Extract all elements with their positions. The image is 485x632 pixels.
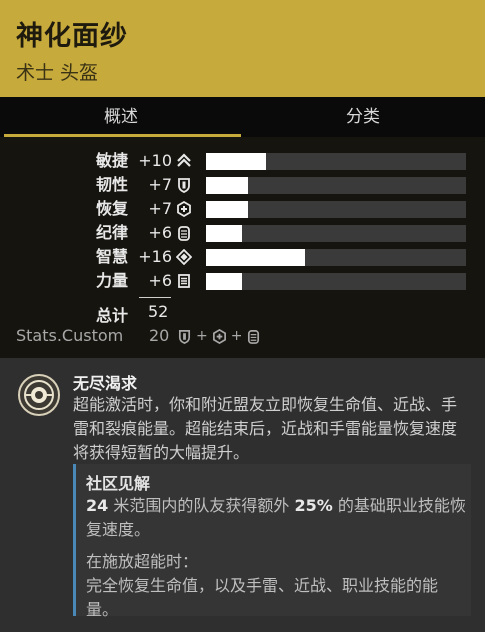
stat-name: 敏捷 <box>95 151 128 170</box>
discipline-icon <box>178 226 190 241</box>
total-divider <box>139 297 171 298</box>
stat-name: 恢复 <box>95 199 128 218</box>
stat-bar-fill <box>206 201 248 218</box>
tab-bar: 概述 分类 <box>0 97 485 137</box>
stat-bar <box>206 273 466 290</box>
discipline-icon <box>248 329 260 344</box>
stat-bar-fill <box>206 177 248 194</box>
stat-bar <box>206 153 466 170</box>
plus-separator: + <box>196 328 208 344</box>
stat-value: +6 <box>148 223 172 242</box>
recovery-icon <box>177 201 191 217</box>
stat-row-intellect: 智慧 +16 <box>0 247 485 267</box>
community-insights: 社区见解 24 米范围内的队友获得额外 25% 的基础职业技能恢复速度。 在施放… <box>73 464 471 619</box>
stat-bar <box>206 177 466 194</box>
insights-text: 24 米范围内的队友获得额外 25% 的基础职业技能恢复速度。 <box>86 494 466 542</box>
stat-name: 韧性 <box>95 175 128 194</box>
total-value: 52 <box>148 302 169 321</box>
insights-note-text: 完全恢复生命值，以及手雷、近战、职业技能的能量。 <box>86 576 439 619</box>
stat-bar-fill <box>206 249 305 266</box>
mobility-icon <box>177 153 191 167</box>
stat-row-discipline: 纪律 +6 <box>0 223 485 243</box>
stat-bar-fill <box>206 225 243 242</box>
perk-section: 无尽渴求 超能激活时，你和附近盟友立即恢复生命值、近战、手雷和裂痕能量。超能结束… <box>0 358 485 632</box>
stat-bar <box>206 225 466 242</box>
intellect-icon <box>176 249 192 265</box>
stat-value: +7 <box>148 175 172 194</box>
item-header: 神化面纱 术士 头盔 <box>0 0 485 97</box>
stat-name: 纪律 <box>95 223 128 242</box>
stat-value: +10 <box>138 151 172 170</box>
stat-name: 智慧 <box>95 247 128 266</box>
tab-category[interactable]: 分类 <box>242 97 484 137</box>
custom-stats-label: Stats.Custom <box>16 326 124 345</box>
stat-row-mobility: 敏捷 +10 <box>0 151 485 171</box>
insights-range: 24 <box>86 496 109 515</box>
item-type: 术士 头盔 <box>16 62 99 84</box>
perk-emblem-icon[interactable] <box>18 374 60 416</box>
recovery-icon <box>212 328 226 344</box>
insights-note: 在施放超能时： 完全恢复生命值，以及手雷、近战、职业技能的能量。 <box>86 550 466 622</box>
stats-panel: 敏捷 +10 韧性 +7 恢复 +7 纪律 +6 智慧 +16 力量 +6 总计… <box>0 137 485 358</box>
stat-value: +16 <box>138 247 172 266</box>
stat-bar-fill <box>206 273 243 290</box>
stat-value: +6 <box>148 271 172 290</box>
total-label: 总计 <box>95 306 128 325</box>
stat-row-recovery: 恢复 +7 <box>0 199 485 219</box>
insights-note-heading: 在施放超能时： <box>86 552 199 571</box>
perk-name: 无尽渴求 <box>73 374 138 393</box>
custom-stats-icons: + + <box>177 327 261 345</box>
tab-overview[interactable]: 概述 <box>0 97 242 137</box>
strength-icon <box>178 274 190 288</box>
resilience-icon <box>178 329 191 344</box>
resilience-icon <box>178 178 190 193</box>
stat-name: 力量 <box>95 271 128 290</box>
stat-bar-fill <box>206 153 266 170</box>
custom-stats-value: 20 <box>149 326 170 345</box>
insights-percent: 25% <box>294 496 333 515</box>
stat-bar <box>206 249 466 266</box>
insights-text-part: 米范围内的队友获得额外 <box>108 496 295 515</box>
plus-separator: + <box>230 328 243 344</box>
stat-value: +7 <box>148 199 172 218</box>
stat-row-resilience: 韧性 +7 <box>0 175 485 195</box>
stat-bar <box>206 201 466 218</box>
perk-description: 超能激活时，你和附近盟友立即恢复生命值、近战、手雷和裂痕能量。超能结束后，近战和… <box>73 395 458 462</box>
insights-title: 社区见解 <box>86 474 151 493</box>
item-name: 神化面纱 <box>16 21 128 52</box>
stat-row-strength: 力量 +6 <box>0 271 485 291</box>
